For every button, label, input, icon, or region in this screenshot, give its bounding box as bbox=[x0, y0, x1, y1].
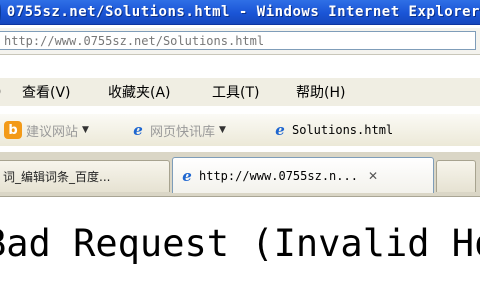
new-tab-button[interactable] bbox=[436, 160, 476, 192]
favorites-web-slice-gallery[interactable]: e 网页快讯库 ▼ bbox=[130, 121, 272, 140]
menu-tools[interactable]: 工具(T) bbox=[212, 82, 296, 102]
page-content: Bad Request (Invalid Hostname) bbox=[0, 200, 480, 300]
solutions-link-label: Solutions.html bbox=[292, 123, 394, 137]
tab-bar: 词_编辑词条_百度... e http://www.0755sz.n... ✕ bbox=[0, 152, 480, 197]
menu-item-fragment[interactable]: ) bbox=[0, 84, 22, 100]
web-slice-gallery-label: 网页快讯库 bbox=[150, 124, 216, 140]
favorites-suggested-sites[interactable]: b 建议网站 ▼ bbox=[4, 121, 130, 140]
chevron-down-icon[interactable]: ▼ bbox=[82, 125, 89, 135]
tab-baidu-edit-label: 词_编辑词条_百度... bbox=[3, 170, 111, 184]
menu-view[interactable]: 查看(V) bbox=[22, 82, 108, 102]
ie-page-icon: e bbox=[275, 121, 285, 139]
suggested-sites-icon: b bbox=[4, 121, 22, 139]
tab-baidu-edit[interactable]: 词_编辑词条_百度... bbox=[0, 160, 170, 192]
tab-current-label: http://www.0755sz.n... bbox=[199, 168, 358, 183]
window-title: 0755sz.net/Solutions.html - Windows Inte… bbox=[6, 4, 480, 20]
address-bar: http://www.0755sz.net/Solutions.html bbox=[0, 28, 480, 55]
close-icon[interactable]: ✕ bbox=[368, 169, 378, 183]
title-bar: 0755sz.net/Solutions.html - Windows Inte… bbox=[0, 0, 480, 25]
suggested-sites-label: 建议网站 bbox=[26, 124, 79, 140]
ie-logo-icon bbox=[0, 3, 1, 21]
menu-favorites[interactable]: 收藏夹(A) bbox=[108, 82, 212, 102]
error-heading: Bad Request (Invalid Hostname) bbox=[0, 222, 480, 265]
favorites-bar: b 建议网站 ▼ e 网页快讯库 ▼ e Solutions.html bbox=[0, 114, 480, 146]
ie-page-icon: e bbox=[133, 121, 143, 139]
address-input[interactable]: http://www.0755sz.net/Solutions.html bbox=[0, 31, 476, 50]
chevron-down-icon[interactable]: ▼ bbox=[219, 125, 226, 135]
menu-bar: ) 查看(V) 收藏夹(A) 工具(T) 帮助(H) bbox=[0, 78, 480, 106]
menu-help[interactable]: 帮助(H) bbox=[296, 82, 345, 102]
tab-current[interactable]: e http://www.0755sz.n... ✕ bbox=[172, 157, 434, 193]
favorites-solutions-link[interactable]: e Solutions.html bbox=[272, 121, 394, 139]
ie-page-icon: e bbox=[182, 166, 192, 185]
